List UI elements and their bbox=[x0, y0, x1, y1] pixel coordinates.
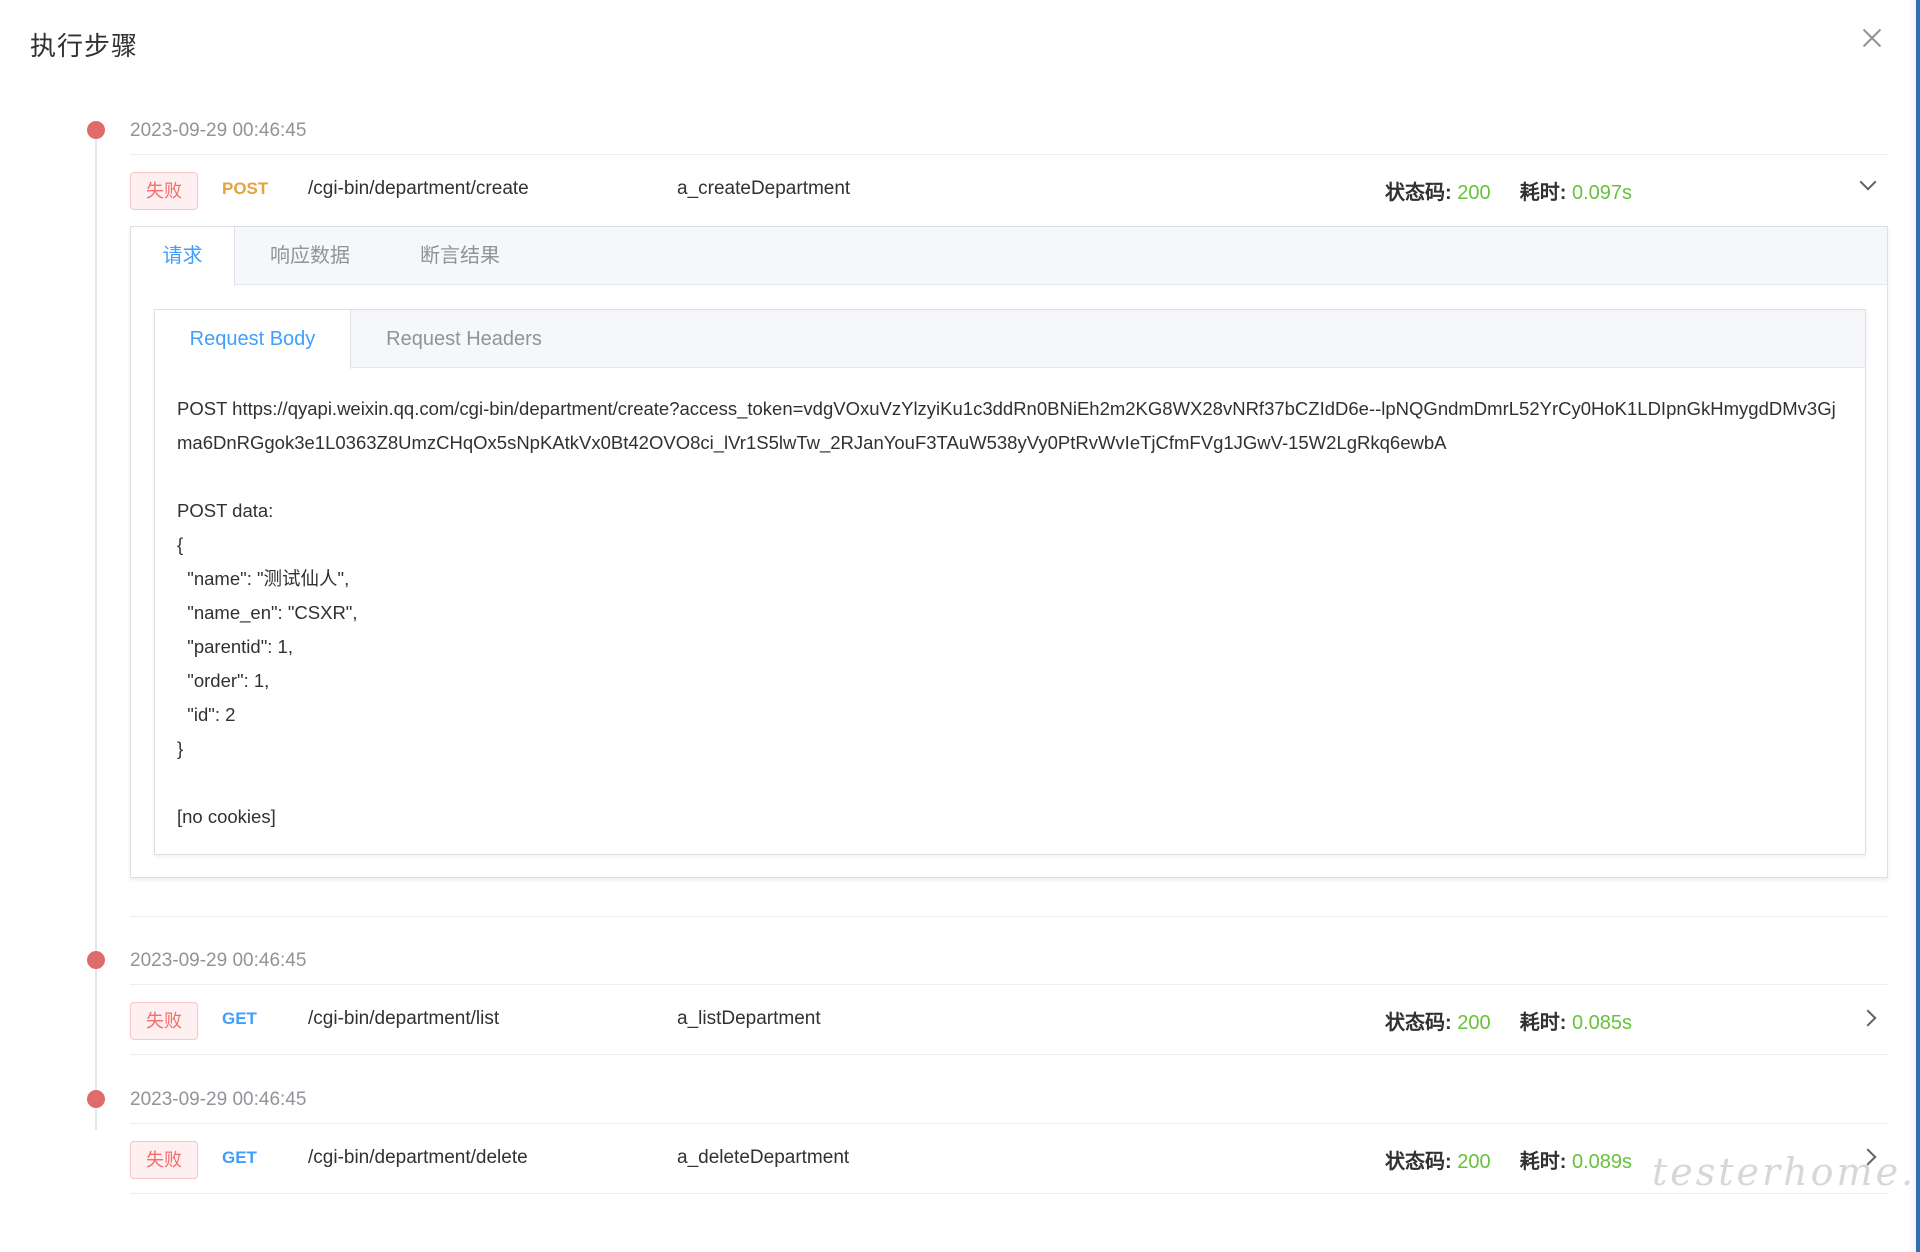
step-timestamp: 2023-09-29 00:46:45 bbox=[130, 1089, 307, 1110]
watermark: testerhome.com bbox=[1652, 1150, 1920, 1194]
scrollbar-edge bbox=[1908, 0, 1920, 1252]
divider bbox=[130, 1193, 1888, 1194]
status-badge: 失败 bbox=[130, 1141, 198, 1179]
api-name: a_deleteDepartment bbox=[677, 1147, 850, 1168]
divider bbox=[130, 916, 1888, 917]
status-code-value: 200 bbox=[1457, 182, 1491, 204]
status-code-label: 状态码: bbox=[1385, 182, 1452, 204]
time-value: 0.085s bbox=[1571, 1012, 1633, 1034]
execution-steps-dialog: 执行步骤 2023-09-29 00:46:45 失败 POST /cgi-bi… bbox=[0, 0, 1920, 1252]
chevron-right-icon[interactable] bbox=[1859, 1009, 1877, 1027]
api-name: a_createDepartment bbox=[677, 178, 851, 199]
tab-request[interactable]: 请求 bbox=[131, 227, 235, 286]
time-label: 耗时: bbox=[1519, 1151, 1567, 1173]
step-timestamp: 2023-09-29 00:46:45 bbox=[130, 950, 307, 971]
step-row[interactable]: 失败 GET /cgi-bin/department/delete a_dele… bbox=[130, 1131, 1888, 1187]
http-method: GET bbox=[222, 1148, 257, 1167]
request-tabs: Request Body Request Headers bbox=[155, 310, 1865, 369]
tab-request-headers[interactable]: Request Headers bbox=[351, 310, 577, 368]
time-label: 耗时: bbox=[1519, 182, 1567, 204]
api-name: a_listDepartment bbox=[677, 1008, 821, 1029]
tab-assert-result[interactable]: 断言结果 bbox=[395, 227, 525, 285]
status-code-value: 200 bbox=[1457, 1151, 1491, 1173]
dialog-title: 执行步骤 bbox=[30, 31, 139, 61]
time-label: 耗时: bbox=[1519, 1012, 1567, 1034]
http-method: POST bbox=[222, 179, 269, 198]
tab-response-data[interactable]: 响应数据 bbox=[245, 227, 375, 285]
status-code-label: 状态码: bbox=[1385, 1151, 1452, 1173]
status-code-label: 状态码: bbox=[1385, 1012, 1452, 1034]
chevron-down-icon[interactable] bbox=[1859, 173, 1877, 191]
step-stats: 状态码: 200 耗时: 0.097s bbox=[1385, 176, 1632, 205]
http-method: GET bbox=[222, 1009, 257, 1028]
detail-tabs: 请求 响应数据 断言结果 bbox=[131, 227, 1887, 286]
step-row[interactable]: 失败 POST /cgi-bin/department/create a_cre… bbox=[130, 162, 1888, 218]
status-badge: 失败 bbox=[130, 1002, 198, 1040]
step-row[interactable]: 失败 GET /cgi-bin/department/list a_listDe… bbox=[130, 992, 1888, 1048]
divider bbox=[130, 154, 1888, 155]
request-path: /cgi-bin/department/delete bbox=[308, 1147, 528, 1168]
status-code-value: 200 bbox=[1457, 1012, 1491, 1034]
step-timestamp: 2023-09-29 00:46:45 bbox=[130, 120, 307, 141]
time-value: 0.097s bbox=[1571, 182, 1633, 204]
step-stats: 状态码: 200 耗时: 0.089s bbox=[1385, 1145, 1632, 1174]
divider bbox=[130, 1054, 1888, 1055]
request-panel: Request Body Request Headers POST https:… bbox=[154, 309, 1866, 855]
timeline-dot bbox=[87, 1090, 105, 1108]
time-value: 0.089s bbox=[1571, 1151, 1633, 1173]
request-body-content: POST https://qyapi.weixin.qq.com/cgi-bin… bbox=[177, 398, 1836, 827]
step-stats: 状态码: 200 耗时: 0.085s bbox=[1385, 1006, 1632, 1035]
divider bbox=[130, 1123, 1888, 1124]
divider bbox=[130, 984, 1888, 985]
timeline-dot bbox=[87, 121, 105, 139]
step-detail-panel: 请求 响应数据 断言结果 Request Body Request Header… bbox=[130, 226, 1888, 878]
status-badge: 失败 bbox=[130, 172, 198, 210]
timeline-dot bbox=[87, 951, 105, 969]
tab-request-body[interactable]: Request Body bbox=[155, 310, 351, 369]
timeline-line bbox=[95, 130, 97, 1130]
request-path: /cgi-bin/department/create bbox=[308, 178, 529, 199]
close-icon[interactable] bbox=[1858, 24, 1886, 52]
request-path: /cgi-bin/department/list bbox=[308, 1008, 500, 1029]
